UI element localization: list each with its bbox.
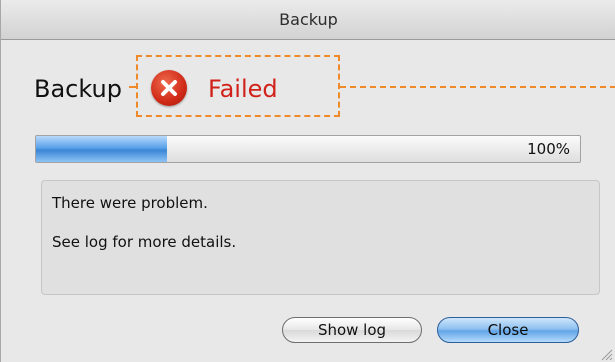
status-text: Failed — [208, 75, 278, 103]
error-x-icon — [151, 70, 187, 106]
message-box: There were problem. See log for more det… — [41, 180, 600, 295]
backup-heading: Backup — [34, 75, 122, 103]
message-line-2: See log for more details. — [52, 233, 237, 251]
resize-grip-icon[interactable] — [599, 346, 613, 361]
window-title: Backup — [279, 10, 338, 29]
title-bar[interactable]: Backup — [1, 0, 615, 40]
show-log-button[interactable]: Show log — [282, 317, 422, 343]
backup-dialog: Backup Backup Failed 100% There were pro… — [0, 0, 615, 362]
highlight-connector-line — [340, 86, 615, 88]
progress-fill — [36, 136, 167, 162]
close-button[interactable]: Close — [437, 317, 579, 343]
highlight-connector-left — [129, 86, 136, 88]
message-line-1: There were problem. — [52, 194, 208, 212]
progress-bar: 100% — [35, 135, 581, 163]
progress-label: 100% — [527, 140, 570, 158]
